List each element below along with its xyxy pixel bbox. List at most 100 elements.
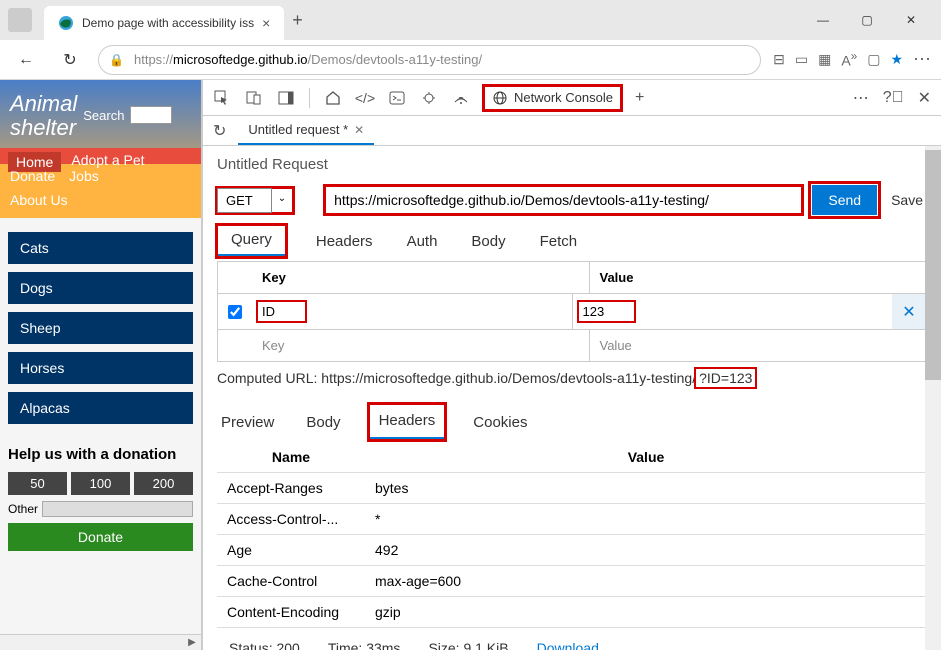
list-item[interactable]: Horses (8, 352, 193, 384)
resp-tab-cookies[interactable]: Cookies (469, 406, 531, 439)
refresh-icon[interactable]: ↻ (209, 117, 230, 145)
save-button[interactable]: Save (887, 186, 927, 214)
param-key-placeholder[interactable]: Key (252, 330, 590, 361)
column-header-value: Value (365, 442, 927, 472)
sources-icon[interactable] (420, 89, 438, 107)
more-icon[interactable]: ⋯ (853, 88, 869, 108)
other-input[interactable] (42, 501, 193, 517)
tab-query[interactable]: Query (217, 225, 286, 257)
tab-fetch[interactable]: Fetch (536, 227, 582, 256)
dock-icon[interactable] (277, 89, 295, 107)
other-label: Other (8, 502, 38, 516)
address-bar[interactable]: 🔒 https://microsoftedge.github.io/Demos/… (98, 45, 761, 75)
row-checkbox[interactable] (228, 305, 242, 319)
search-label: Search (83, 108, 124, 123)
resp-tab-preview[interactable]: Preview (217, 406, 278, 439)
table-row: Content-Encodinggzip (217, 597, 927, 628)
new-tab-button[interactable]: + (284, 10, 311, 31)
add-tab-button[interactable]: + (635, 89, 644, 107)
method-select[interactable]: GET ⌄ (217, 188, 293, 213)
resp-tab-body[interactable]: Body (302, 406, 344, 439)
chevron-down-icon[interactable]: ⌄ (272, 188, 293, 213)
table-row: Age492 (217, 535, 927, 566)
menu-button[interactable]: ⋯ (913, 49, 931, 70)
donation-section: Help us with a donation 50 100 200 Other… (0, 446, 201, 561)
horizontal-scrollbar[interactable]: ▶ (0, 634, 201, 650)
table-row: Access-Control-...* (217, 504, 927, 535)
delete-row-button[interactable]: ✕ (892, 294, 926, 329)
minimize-button[interactable]: — (801, 4, 845, 36)
response-time: Time: 33ms (328, 640, 401, 650)
download-link[interactable]: Download (537, 640, 599, 650)
extensions-icon[interactable]: ▦ (818, 51, 831, 68)
resp-tab-headers[interactable]: Headers (369, 404, 446, 440)
param-value-input[interactable]: 123 (579, 302, 635, 321)
screen-icon[interactable]: ▭ (795, 51, 808, 68)
network-icon[interactable] (452, 89, 470, 107)
devtools-panel: </> Network Console + ⋯ ?⃝ ✕ ↻ Untitled … (201, 80, 941, 650)
list-item[interactable]: Dogs (8, 272, 193, 304)
edge-icon (58, 15, 74, 31)
response-headers-table: Name Value Accept-Rangesbytes Access-Con… (217, 442, 927, 628)
main-content: Animalshelter Search Home Adopt a Pet Do… (0, 80, 941, 650)
close-icon[interactable]: × (262, 15, 270, 31)
table-row: Cache-Controlmax-age=600 (217, 566, 927, 597)
status-bar: Status: 200 Time: 33ms Size: 9.1 KiB Dow… (217, 628, 927, 650)
nav-jobs[interactable]: Jobs (69, 168, 99, 184)
close-devtools-button[interactable]: ✕ (918, 88, 931, 108)
browser-tab[interactable]: Demo page with accessibility iss × (44, 6, 284, 40)
profile-icon[interactable] (8, 8, 32, 32)
demo-page: Animalshelter Search Home Adopt a Pet Do… (0, 80, 201, 650)
elements-icon[interactable]: </> (356, 89, 374, 107)
amount-button[interactable]: 200 (134, 472, 193, 495)
nav-donate[interactable]: Donate (10, 168, 55, 184)
browser-toolbar: ← ↻ 🔒 https://microsoftedge.github.io/De… (0, 40, 941, 80)
animal-list: Cats Dogs Sheep Horses Alpacas (0, 218, 201, 446)
console-icon[interactable] (388, 89, 406, 107)
nav-about[interactable]: About Us (10, 192, 68, 208)
devtools-subtabs: ↻ Untitled request * ✕ (203, 116, 941, 146)
list-item[interactable]: Sheep (8, 312, 193, 344)
page-title: Animalshelter (10, 92, 77, 140)
tab-auth[interactable]: Auth (403, 227, 442, 256)
donate-button[interactable]: Donate (8, 523, 193, 551)
donation-title: Help us with a donation (8, 446, 193, 464)
welcome-icon[interactable] (324, 89, 342, 107)
help-icon[interactable]: ?⃝ (883, 89, 904, 107)
search-input[interactable] (130, 106, 172, 124)
inspect-icon[interactable] (213, 89, 231, 107)
send-button[interactable]: Send (812, 185, 877, 215)
column-header-key: Key (252, 262, 590, 293)
favorites-icon[interactable]: ★ (890, 51, 903, 68)
tab-body[interactable]: Body (467, 227, 509, 256)
amount-button[interactable]: 100 (71, 472, 130, 495)
param-value-placeholder[interactable]: Value (590, 330, 927, 361)
refresh-button[interactable]: ↻ (54, 44, 86, 76)
close-button[interactable]: ✕ (889, 4, 933, 36)
network-console-tab[interactable]: Network Console (484, 86, 621, 110)
device-icon[interactable] (245, 89, 263, 107)
window-controls: — ▢ ✕ (801, 4, 933, 36)
devtools-content: Untitled Request GET ⌄ Send Save Query H… (203, 146, 941, 650)
tab-headers[interactable]: Headers (312, 227, 377, 256)
url-input[interactable] (325, 186, 802, 214)
close-icon[interactable]: ✕ (354, 123, 364, 137)
param-key-input[interactable]: ID (258, 302, 305, 321)
request-tab[interactable]: Untitled request * ✕ (238, 116, 374, 145)
globe-icon (492, 90, 508, 106)
collections-icon[interactable]: ▢ (867, 51, 880, 68)
maximize-button[interactable]: ▢ (845, 4, 889, 36)
app-icon[interactable]: ⊟ (773, 51, 785, 68)
table-row: Accept-Rangesbytes (217, 473, 927, 504)
list-item[interactable]: Alpacas (8, 392, 193, 424)
query-params-table: Key Value ID 123 ✕ Key Value (217, 261, 927, 362)
table-row: Key Value (218, 330, 926, 361)
devtools-toolbar: </> Network Console + ⋯ ?⃝ ✕ (203, 80, 941, 116)
back-button[interactable]: ← (10, 44, 42, 76)
list-item[interactable]: Cats (8, 232, 193, 264)
read-aloud-icon[interactable]: A» (841, 50, 857, 69)
browser-titlebar: Demo page with accessibility iss × + — ▢… (0, 0, 941, 40)
amount-button[interactable]: 50 (8, 472, 67, 495)
vertical-scrollbar[interactable] (925, 146, 941, 650)
lock-icon: 🔒 (109, 53, 124, 67)
